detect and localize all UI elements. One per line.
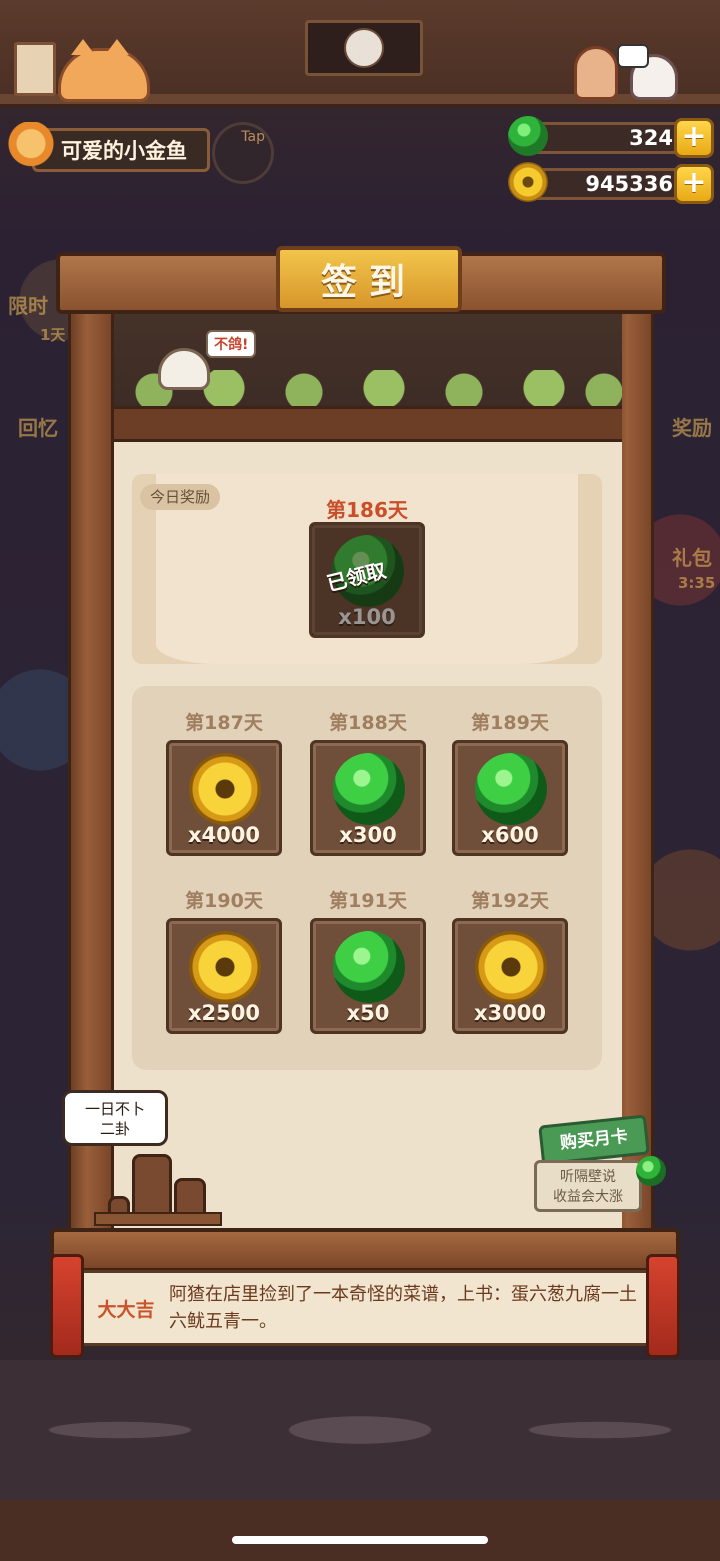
bg-label-gift: 礼包 bbox=[672, 546, 712, 570]
jade-amount: 324 bbox=[528, 122, 688, 154]
reward-box[interactable]: x50 bbox=[310, 918, 426, 1034]
reward-qty: x600 bbox=[481, 823, 539, 847]
coin-icon bbox=[475, 931, 547, 1003]
reward-day-188[interactable]: 第188天 x300 bbox=[308, 708, 428, 856]
fortune-label: 大大吉 bbox=[97, 1298, 155, 1321]
day-title: 第192天 bbox=[471, 890, 549, 912]
day-title: 第189天 bbox=[471, 712, 549, 734]
roof-beam bbox=[114, 406, 622, 442]
monthly-card[interactable]: 购买月卡 听隔壁说 收益会大涨 bbox=[530, 1108, 680, 1228]
reward-box[interactable]: x4000 bbox=[166, 740, 282, 856]
jar-icon bbox=[132, 1154, 172, 1218]
jade-icon bbox=[636, 1156, 666, 1186]
reward-day-192[interactable]: 第192天 x3000 bbox=[450, 886, 570, 1034]
add-jade-button[interactable]: + bbox=[674, 118, 714, 158]
reward-box[interactable]: x600 bbox=[452, 740, 568, 856]
jade-icon bbox=[508, 116, 548, 156]
reward-day-187[interactable]: 第187天 x4000 bbox=[164, 708, 284, 856]
monthly-card-sign: 听隔壁说 收益会大涨 bbox=[534, 1160, 642, 1212]
bottom-bar bbox=[0, 1500, 720, 1561]
reward-qty: x3000 bbox=[474, 1001, 546, 1025]
day-title: 第187天 bbox=[185, 712, 263, 734]
player-badge[interactable]: 可爱的小金鱼 bbox=[6, 122, 210, 178]
girl-character-icon bbox=[574, 46, 618, 100]
day-title: 第190天 bbox=[185, 890, 263, 912]
reward-qty: x4000 bbox=[188, 823, 260, 847]
speech-line-1: 一日不卜 bbox=[84, 1100, 145, 1118]
fortune-bar: 大大吉 阿猹在店里捡到了一本奇怪的菜谱，上书：蛋六葱九腐一土六鱿五青一。 bbox=[50, 1228, 680, 1358]
jade-icon bbox=[333, 931, 405, 1003]
sign-line-1: 听隔壁说 bbox=[560, 1169, 616, 1185]
coin-icon bbox=[189, 931, 261, 1003]
fortune-scroll: 大大吉 阿猹在店里捡到了一本奇怪的菜谱，上书：蛋六葱九腐一土六鱿五青一。 bbox=[80, 1270, 652, 1346]
reward-qty: x50 bbox=[346, 1001, 390, 1025]
home-indicator[interactable] bbox=[232, 1536, 488, 1544]
jade-icon bbox=[475, 753, 547, 825]
jars-shelf bbox=[94, 1144, 222, 1226]
jade-currency: 324 + bbox=[508, 116, 714, 158]
reward-box[interactable]: x3000 bbox=[452, 918, 568, 1034]
shelf bbox=[94, 1212, 222, 1226]
sign-line-2: 收益会大涨 bbox=[553, 1189, 623, 1205]
buy-monthly-card-button[interactable]: 购买月卡 bbox=[538, 1114, 650, 1166]
today-reward-box[interactable]: x100 已领取 bbox=[309, 522, 425, 638]
jade-icon bbox=[333, 753, 405, 825]
bg-label-limited: 限时 bbox=[8, 294, 48, 318]
player-name: 可爱的小金鱼 bbox=[32, 128, 210, 172]
reward-qty: x300 bbox=[339, 823, 397, 847]
reward-day-189[interactable]: 第189天 x600 bbox=[450, 708, 570, 856]
day-title: 第188天 bbox=[329, 712, 407, 734]
coin-currency: 945336 + bbox=[508, 162, 714, 204]
chat-bubble-icon bbox=[617, 44, 649, 68]
paw-frame-icon bbox=[14, 42, 56, 96]
bg-label-reward: 奖励 bbox=[672, 416, 712, 440]
day-title: 第191天 bbox=[329, 890, 407, 912]
today-day-label: 第186天 bbox=[326, 498, 408, 522]
coin-icon bbox=[508, 162, 548, 202]
coin-amount: 945336 bbox=[528, 168, 688, 200]
panel-title: 签到 bbox=[276, 246, 462, 312]
coin-icon bbox=[189, 753, 261, 825]
scroll-roll-left bbox=[50, 1254, 84, 1358]
claimed-stamp: 已领取 bbox=[324, 558, 389, 596]
tap-hint-button[interactable]: Tap bbox=[212, 122, 274, 184]
reward-day-191[interactable]: 第191天 x50 bbox=[308, 886, 428, 1034]
fortune-speech-bubble: 一日不卜 二卦 bbox=[62, 1090, 168, 1146]
reward-box[interactable]: x300 bbox=[310, 740, 426, 856]
hanging-sign bbox=[305, 20, 423, 76]
fox-avatar-icon bbox=[6, 122, 56, 176]
reward-day-190[interactable]: 第190天 x2500 bbox=[164, 886, 284, 1034]
pigeon-speech: 不鸽! bbox=[206, 330, 257, 358]
speech-line-2: 二卦 bbox=[99, 1120, 130, 1138]
mascot-face-icon bbox=[344, 28, 384, 68]
fortune-beam bbox=[50, 1228, 680, 1272]
bottom-scene bbox=[0, 1360, 720, 1500]
reward-box[interactable]: x2500 bbox=[166, 918, 282, 1034]
bg-label-timer: 3:35 bbox=[678, 574, 716, 592]
bg-label-memory: 回忆 bbox=[18, 416, 58, 440]
scroll-roll-right bbox=[646, 1254, 680, 1358]
today-reward-card: 今日奖励 第186天 x100 已领取 bbox=[132, 474, 602, 664]
reward-qty: x2500 bbox=[188, 1001, 260, 1025]
upcoming-rewards: 第187天 x4000 第188天 x300 第189天 x600 第190天 bbox=[132, 686, 602, 1070]
today-reward-qty: x100 bbox=[338, 605, 396, 629]
fortune-text: 阿猹在店里捡到了一本奇怪的菜谱，上书：蛋六葱九腐一土六鱿五青一。 bbox=[169, 1284, 637, 1332]
add-coin-button[interactable]: + bbox=[674, 164, 714, 204]
